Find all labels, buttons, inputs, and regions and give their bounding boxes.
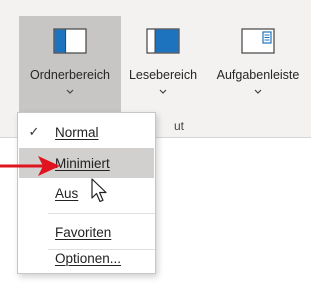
todo-bar-button[interactable]: Aufgabenleiste (205, 16, 311, 114)
annotation-arrow-icon (0, 154, 62, 181)
todo-bar-label: Aufgabenleiste (216, 68, 300, 82)
folder-pane-button[interactable]: Ordnerbereich (19, 16, 121, 114)
reading-pane-button[interactable]: Lesebereich (121, 16, 205, 114)
ribbon-group-label: ut (174, 119, 185, 133)
todo-bar-icon (241, 28, 275, 54)
chevron-down-icon (159, 83, 167, 94)
check-icon: ✓ (28, 124, 40, 139)
folder-pane-icon (53, 28, 87, 54)
reading-pane-label: Lesebereich (128, 68, 198, 82)
menu-item-label: Aus (55, 185, 79, 201)
folder-pane-dropdown-menu: ✓ Normal Minimiert Aus Favoriten Optione… (17, 112, 156, 274)
menu-item-optionen[interactable]: Optionen... (19, 243, 154, 273)
reading-pane-icon (146, 28, 180, 54)
menu-item-label: Favoriten (55, 224, 112, 240)
menu-separator (48, 213, 155, 214)
menu-item-label: Optionen... (55, 250, 122, 266)
folder-pane-label: Ordnerbereich (30, 68, 110, 82)
menu-item-aus[interactable]: Aus (19, 178, 154, 208)
chevron-down-icon (66, 83, 74, 94)
chevron-down-icon (254, 83, 262, 94)
menu-item-normal[interactable]: ✓ Normal (19, 117, 154, 147)
mouse-pointer-icon (90, 178, 110, 207)
menu-item-label: Normal (55, 124, 99, 140)
